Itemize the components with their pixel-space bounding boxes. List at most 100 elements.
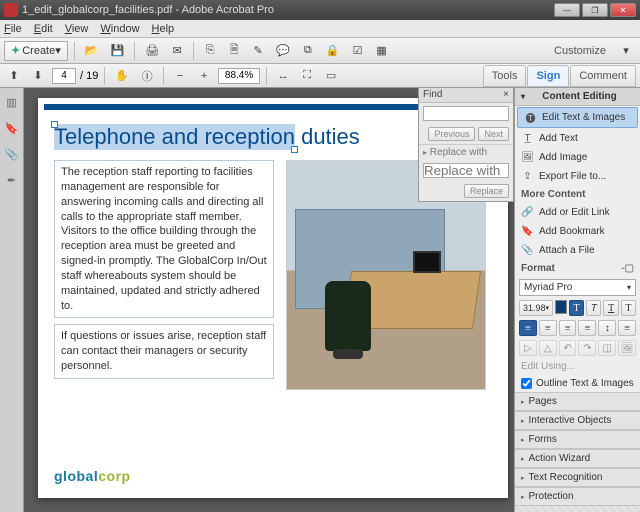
zoom-out-icon[interactable]: − <box>170 66 190 86</box>
form-icon[interactable]: ☑ <box>348 41 368 61</box>
more-content-label: More Content <box>515 186 640 203</box>
menu-help[interactable]: Help <box>152 23 175 35</box>
menu-file[interactable]: File <box>4 23 22 35</box>
edit-pdf-icon[interactable]: ✎ <box>248 41 268 61</box>
align-justify-button[interactable]: ≡ <box>578 320 596 336</box>
protect-icon[interactable]: 🔒 <box>322 41 344 61</box>
page-down-icon[interactable]: ⬇ <box>28 66 48 86</box>
find-panel: Find× Previous Next ▸ Replace with Repla… <box>418 88 514 202</box>
replace-button[interactable]: Replace <box>464 184 509 198</box>
combine-icon[interactable]: ⧉ <box>298 41 318 61</box>
bookmark-icon: 🔖 <box>521 225 534 238</box>
format-collapse-icon[interactable]: -▢ <box>621 263 634 274</box>
flip-h-button[interactable]: ▷ <box>519 340 537 356</box>
document-canvas[interactable]: Find× Previous Next ▸ Replace with Repla… <box>24 88 514 512</box>
comment-icon[interactable]: 💬 <box>272 41 294 61</box>
mail-icon[interactable]: ✉ <box>167 41 187 61</box>
italic-button[interactable]: T <box>586 300 601 316</box>
select-tool-icon[interactable]: Ⓘ <box>137 66 157 86</box>
fit-width-icon[interactable]: ↔ <box>273 66 293 86</box>
tab-tools[interactable]: Tools <box>483 65 527 87</box>
acc-action-wizard[interactable]: ▸Action Wizard <box>515 449 640 468</box>
tools-panel: ▾Content Editing 🅣Edit Text & Images T̲A… <box>514 88 640 512</box>
text-color-swatch[interactable] <box>555 300 567 314</box>
tab-sign[interactable]: Sign <box>527 65 569 87</box>
outline-checkbox[interactable]: Outline Text & Images <box>515 375 640 392</box>
zoom-input[interactable] <box>218 68 260 84</box>
find-prev-button[interactable]: Previous <box>428 127 475 141</box>
menu-edit[interactable]: Edit <box>34 23 53 35</box>
font-size-input[interactable]: 31.98▾ <box>519 300 553 316</box>
open-icon[interactable]: 📂 <box>81 41 103 61</box>
hand-tool-icon[interactable]: ✋ <box>111 66 133 86</box>
close-button[interactable]: ✕ <box>610 3 636 17</box>
spacing-button[interactable]: ↕ <box>598 320 616 336</box>
signatures-icon[interactable]: ✒ <box>4 172 20 188</box>
replace-header[interactable]: Replace with <box>430 147 487 158</box>
export-file-button[interactable]: ⇪Export File to... <box>515 167 640 186</box>
minimize-button[interactable]: — <box>554 3 580 17</box>
menu-bar: File Edit View Window Help <box>0 20 640 38</box>
create-button[interactable]: ✦Create ▾ <box>4 41 68 61</box>
print-icon[interactable]: 🖨 <box>141 41 163 61</box>
more-align-button[interactable]: ≡ <box>618 320 636 336</box>
rotate-cw-button[interactable]: ↷ <box>578 340 596 356</box>
acc-forms[interactable]: ▸Forms <box>515 430 640 449</box>
bold-button[interactable]: T <box>569 300 584 316</box>
attachments-icon[interactable]: 📎 <box>4 146 20 162</box>
add-text-icon: T̲ <box>521 132 534 145</box>
find-close-icon[interactable]: × <box>503 89 509 100</box>
customize-button[interactable]: Customize <box>554 45 606 57</box>
title-selected-text[interactable]: Telephone and reception <box>54 124 295 150</box>
acc-interactive[interactable]: ▸Interactive Objects <box>515 411 640 430</box>
font-select[interactable]: Myriad Pro▾ <box>519 279 636 296</box>
rotate-ccw-button[interactable]: ↶ <box>559 340 577 356</box>
body-paragraph-2[interactable]: If questions or issues arise, reception … <box>54 324 274 379</box>
zoom-in-icon[interactable]: + <box>194 66 214 86</box>
edit-text-icon: 🅣 <box>524 111 537 124</box>
align-right-button[interactable]: ≡ <box>559 320 577 336</box>
content-editing-header[interactable]: ▾Content Editing <box>515 88 640 106</box>
acc-protection[interactable]: ▸Protection <box>515 487 640 506</box>
menu-view[interactable]: View <box>65 23 89 35</box>
find-input[interactable] <box>423 106 509 121</box>
add-bookmark-button[interactable]: 🔖Add Bookmark <box>515 222 640 241</box>
add-image-button[interactable]: 🖼Add Image <box>515 148 640 167</box>
replace-input[interactable] <box>423 163 509 178</box>
save-icon[interactable]: 💾 <box>106 41 128 61</box>
page-up-icon[interactable]: ⬆ <box>4 66 24 86</box>
add-text-button[interactable]: T̲Add Text <box>515 129 640 148</box>
edit-text-images-button[interactable]: 🅣Edit Text & Images <box>517 107 638 128</box>
acc-pages[interactable]: ▸Pages <box>515 392 640 411</box>
body-paragraph-1[interactable]: The reception staff reporting to facilit… <box>54 160 274 318</box>
thumbnails-icon[interactable]: ▥ <box>4 94 20 110</box>
bookmarks-icon[interactable]: 🔖 <box>4 120 20 136</box>
fit-page-icon[interactable]: ⛶ <box>297 66 317 86</box>
replace-image-button[interactable]: 🖼 <box>618 340 636 356</box>
nav-toolbar: ⬆ ⬇ / 19 ✋ Ⓘ − + ↔ ⛶ ▭ Tools Sign Commen… <box>0 64 640 88</box>
read-mode-icon[interactable]: ▭ <box>321 66 341 86</box>
multimedia-icon[interactable]: ▦ <box>372 41 392 61</box>
tab-comment[interactable]: Comment <box>570 65 636 87</box>
align-left-button[interactable]: ≡ <box>519 320 537 336</box>
menu-window[interactable]: Window <box>100 23 139 35</box>
attach-file-button[interactable]: 📎Attach a File <box>515 241 640 260</box>
align-center-button[interactable]: ≡ <box>539 320 557 336</box>
find-next-button[interactable]: Next <box>478 127 509 141</box>
create-pdf-icon[interactable]: 🗎 <box>224 41 244 61</box>
toolbar-menu-icon[interactable]: ▾ <box>616 41 636 61</box>
export-icon: ⇪ <box>521 170 534 183</box>
add-image-icon: 🖼 <box>521 151 534 164</box>
export-pdf-icon[interactable]: ⎘ <box>200 41 220 61</box>
flip-v-button[interactable]: △ <box>539 340 557 356</box>
title-rest-text: duties <box>295 124 360 149</box>
page-number-input[interactable] <box>52 68 76 84</box>
acc-text-recognition[interactable]: ▸Text Recognition <box>515 468 640 487</box>
add-link-button[interactable]: 🔗Add or Edit Link <box>515 203 640 222</box>
attach-icon: 📎 <box>521 244 534 257</box>
underline-button[interactable]: T <box>603 300 618 316</box>
strike-button[interactable]: T <box>621 300 636 316</box>
crop-button[interactable]: ◫ <box>598 340 616 356</box>
maximize-button[interactable]: ❐ <box>582 3 608 17</box>
title-bar: 1_edit_globalcorp_facilities.pdf - Adobe… <box>0 0 640 20</box>
